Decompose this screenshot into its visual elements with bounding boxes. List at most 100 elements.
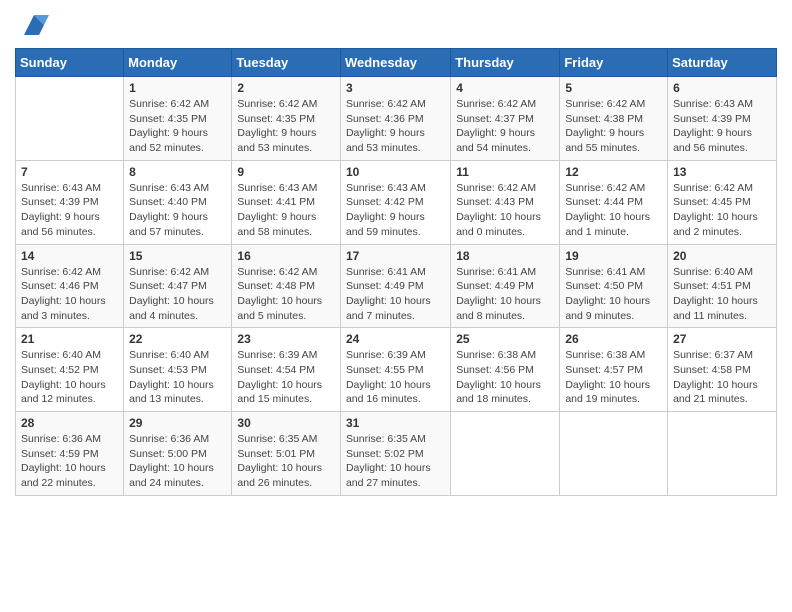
day-info: Sunrise: 6:42 AM Sunset: 4:48 PM Dayligh… bbox=[237, 265, 335, 324]
day-number: 19 bbox=[565, 249, 662, 263]
day-info: Sunrise: 6:42 AM Sunset: 4:44 PM Dayligh… bbox=[565, 181, 662, 240]
day-info: Sunrise: 6:42 AM Sunset: 4:47 PM Dayligh… bbox=[129, 265, 226, 324]
day-number: 29 bbox=[129, 416, 226, 430]
calendar-cell: 9Sunrise: 6:43 AM Sunset: 4:41 PM Daylig… bbox=[232, 160, 341, 244]
day-info: Sunrise: 6:39 AM Sunset: 4:54 PM Dayligh… bbox=[237, 348, 335, 407]
calendar-cell: 6 Sunrise: 6:43 AM Sunset: 4:39 PM Daylig… bbox=[668, 77, 777, 161]
calendar-cell: 1 Sunrise: 6:42 AM Sunset: 4:35 PM Daylig… bbox=[124, 77, 232, 161]
day-number: 1 bbox=[129, 81, 226, 95]
day-number: 5 bbox=[565, 81, 662, 95]
day-info: Sunrise: 6:42 AM Sunset: 4:45 PM Dayligh… bbox=[673, 181, 771, 240]
day-number: 28 bbox=[21, 416, 118, 430]
day-info: Sunrise: 6:41 AM Sunset: 4:49 PM Dayligh… bbox=[346, 265, 445, 324]
calendar-cell: 31 Sunrise: 6:35 AM Sunset: 5:02 PM Dayli… bbox=[340, 412, 450, 496]
calendar-cell: 28Sunrise: 6:36 AM Sunset: 4:59 PM Dayli… bbox=[16, 412, 124, 496]
day-info: Sunrise: 6:40 AM Sunset: 4:51 PM Dayligh… bbox=[673, 265, 771, 324]
day-number: 17 bbox=[346, 249, 445, 263]
logo bbox=[15, 10, 49, 40]
day-info: Sunrise: 6:38 AM Sunset: 4:56 PM Dayligh… bbox=[456, 348, 554, 407]
day-number: 27 bbox=[673, 332, 771, 346]
day-info: Sunrise: 6:42 AM Sunset: 4:36 PM Dayligh… bbox=[346, 97, 445, 156]
calendar-cell: 25 Sunrise: 6:38 AM Sunset: 4:56 PM Dayli… bbox=[451, 328, 560, 412]
calendar-cell bbox=[560, 412, 668, 496]
day-info: Sunrise: 6:43 AM Sunset: 4:39 PM Dayligh… bbox=[21, 181, 118, 240]
day-number: 7 bbox=[21, 165, 118, 179]
calendar-cell: 18Sunrise: 6:41 AM Sunset: 4:49 PM Dayli… bbox=[451, 244, 560, 328]
day-number: 8 bbox=[129, 165, 226, 179]
calendar-cell: 12 Sunrise: 6:42 AM Sunset: 4:44 PM Dayli… bbox=[560, 160, 668, 244]
header bbox=[15, 10, 777, 40]
calendar-cell: 11Sunrise: 6:42 AM Sunset: 4:43 PM Dayli… bbox=[451, 160, 560, 244]
day-info: Sunrise: 6:42 AM Sunset: 4:35 PM Dayligh… bbox=[129, 97, 226, 156]
day-info: Sunrise: 6:40 AM Sunset: 4:53 PM Dayligh… bbox=[129, 348, 226, 407]
day-number: 15 bbox=[129, 249, 226, 263]
day-info: Sunrise: 6:38 AM Sunset: 4:57 PM Dayligh… bbox=[565, 348, 662, 407]
day-number: 14 bbox=[21, 249, 118, 263]
calendar-cell: 2Sunrise: 6:42 AM Sunset: 4:35 PM Daylig… bbox=[232, 77, 341, 161]
day-number: 4 bbox=[456, 81, 554, 95]
day-number: 10 bbox=[346, 165, 445, 179]
week-row-5: 28Sunrise: 6:36 AM Sunset: 4:59 PM Dayli… bbox=[16, 412, 777, 496]
calendar-cell: 16 Sunrise: 6:42 AM Sunset: 4:48 PM Dayli… bbox=[232, 244, 341, 328]
day-number: 23 bbox=[237, 332, 335, 346]
day-info: Sunrise: 6:42 AM Sunset: 4:46 PM Dayligh… bbox=[21, 265, 118, 324]
day-info: Sunrise: 6:41 AM Sunset: 4:49 PM Dayligh… bbox=[456, 265, 554, 324]
day-number: 21 bbox=[21, 332, 118, 346]
calendar-cell: 26Sunrise: 6:38 AM Sunset: 4:57 PM Dayli… bbox=[560, 328, 668, 412]
calendar-cell: 13 Sunrise: 6:42 AM Sunset: 4:45 PM Dayli… bbox=[668, 160, 777, 244]
calendar-cell: 23 Sunrise: 6:39 AM Sunset: 4:54 PM Dayli… bbox=[232, 328, 341, 412]
calendar-cell: 17 Sunrise: 6:41 AM Sunset: 4:49 PM Dayli… bbox=[340, 244, 450, 328]
day-number: 3 bbox=[346, 81, 445, 95]
day-info: Sunrise: 6:35 AM Sunset: 5:01 PM Dayligh… bbox=[237, 432, 335, 491]
week-row-1: 1 Sunrise: 6:42 AM Sunset: 4:35 PM Daylig… bbox=[16, 77, 777, 161]
calendar-cell: 3 Sunrise: 6:42 AM Sunset: 4:36 PM Daylig… bbox=[340, 77, 450, 161]
day-header-wednesday: Wednesday bbox=[340, 49, 450, 77]
day-number: 6 bbox=[673, 81, 771, 95]
calendar: SundayMondayTuesdayWednesdayThursdayFrid… bbox=[15, 48, 777, 496]
calendar-cell: 15 Sunrise: 6:42 AM Sunset: 4:47 PM Dayli… bbox=[124, 244, 232, 328]
day-number: 9 bbox=[237, 165, 335, 179]
calendar-cell: 22Sunrise: 6:40 AM Sunset: 4:53 PM Dayli… bbox=[124, 328, 232, 412]
day-info: Sunrise: 6:39 AM Sunset: 4:55 PM Dayligh… bbox=[346, 348, 445, 407]
day-info: Sunrise: 6:43 AM Sunset: 4:42 PM Dayligh… bbox=[346, 181, 445, 240]
day-header-friday: Friday bbox=[560, 49, 668, 77]
calendar-body: 1 Sunrise: 6:42 AM Sunset: 4:35 PM Daylig… bbox=[16, 77, 777, 496]
day-header-tuesday: Tuesday bbox=[232, 49, 341, 77]
days-header-row: SundayMondayTuesdayWednesdayThursdayFrid… bbox=[16, 49, 777, 77]
day-header-sunday: Sunday bbox=[16, 49, 124, 77]
calendar-cell bbox=[16, 77, 124, 161]
day-number: 31 bbox=[346, 416, 445, 430]
day-info: Sunrise: 6:35 AM Sunset: 5:02 PM Dayligh… bbox=[346, 432, 445, 491]
calendar-cell: 19Sunrise: 6:41 AM Sunset: 4:50 PM Dayli… bbox=[560, 244, 668, 328]
calendar-cell bbox=[668, 412, 777, 496]
day-number: 2 bbox=[237, 81, 335, 95]
day-number: 11 bbox=[456, 165, 554, 179]
day-info: Sunrise: 6:43 AM Sunset: 4:39 PM Dayligh… bbox=[673, 97, 771, 156]
day-info: Sunrise: 6:43 AM Sunset: 4:40 PM Dayligh… bbox=[129, 181, 226, 240]
week-row-2: 7 Sunrise: 6:43 AM Sunset: 4:39 PM Daylig… bbox=[16, 160, 777, 244]
logo-icon bbox=[19, 10, 49, 40]
day-info: Sunrise: 6:36 AM Sunset: 5:00 PM Dayligh… bbox=[129, 432, 226, 491]
day-header-monday: Monday bbox=[124, 49, 232, 77]
calendar-cell: 20Sunrise: 6:40 AM Sunset: 4:51 PM Dayli… bbox=[668, 244, 777, 328]
calendar-cell: 4 Sunrise: 6:42 AM Sunset: 4:37 PM Daylig… bbox=[451, 77, 560, 161]
day-number: 16 bbox=[237, 249, 335, 263]
calendar-cell: 21 Sunrise: 6:40 AM Sunset: 4:52 PM Dayli… bbox=[16, 328, 124, 412]
day-info: Sunrise: 6:37 AM Sunset: 4:58 PM Dayligh… bbox=[673, 348, 771, 407]
day-header-thursday: Thursday bbox=[451, 49, 560, 77]
day-number: 25 bbox=[456, 332, 554, 346]
calendar-cell: 5 Sunrise: 6:42 AM Sunset: 4:38 PM Daylig… bbox=[560, 77, 668, 161]
calendar-cell: 30Sunrise: 6:35 AM Sunset: 5:01 PM Dayli… bbox=[232, 412, 341, 496]
calendar-cell: 14 Sunrise: 6:42 AM Sunset: 4:46 PM Dayli… bbox=[16, 244, 124, 328]
day-info: Sunrise: 6:42 AM Sunset: 4:38 PM Dayligh… bbox=[565, 97, 662, 156]
day-header-saturday: Saturday bbox=[668, 49, 777, 77]
calendar-cell bbox=[451, 412, 560, 496]
calendar-cell: 24 Sunrise: 6:39 AM Sunset: 4:55 PM Dayli… bbox=[340, 328, 450, 412]
week-row-3: 14 Sunrise: 6:42 AM Sunset: 4:46 PM Dayli… bbox=[16, 244, 777, 328]
day-number: 13 bbox=[673, 165, 771, 179]
day-number: 12 bbox=[565, 165, 662, 179]
day-info: Sunrise: 6:42 AM Sunset: 4:37 PM Dayligh… bbox=[456, 97, 554, 156]
day-number: 24 bbox=[346, 332, 445, 346]
calendar-cell: 7 Sunrise: 6:43 AM Sunset: 4:39 PM Daylig… bbox=[16, 160, 124, 244]
day-info: Sunrise: 6:40 AM Sunset: 4:52 PM Dayligh… bbox=[21, 348, 118, 407]
